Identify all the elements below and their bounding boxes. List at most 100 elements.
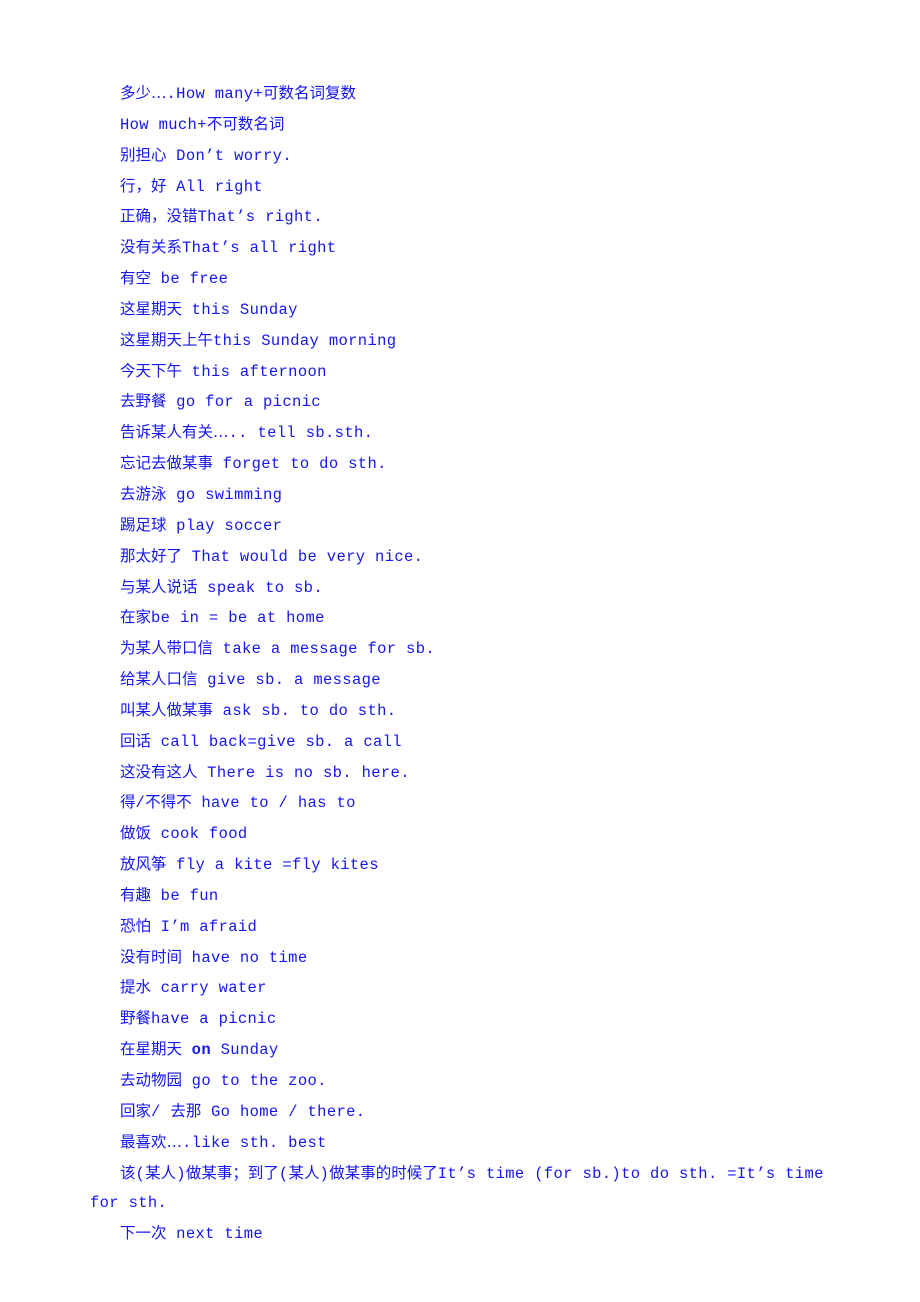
latin-text: /: [151, 1102, 171, 1121]
latin-text: Don’t worry.: [166, 146, 292, 165]
phrase-line: 没有关系That’s all right: [90, 233, 850, 264]
latin-text: be in = be at home: [151, 609, 325, 628]
latin-text: have no time: [182, 948, 308, 967]
cjk-text: 行，好: [120, 176, 167, 195]
latin-text: .like sth. best: [182, 1133, 327, 1152]
phrase-line: 与某人说话 speak to sb.: [90, 573, 850, 604]
phrase-line: 别担心 Don’t worry.: [90, 141, 850, 172]
phrase-line: 下一次 next time: [90, 1219, 850, 1250]
cjk-text: 为某人带口信: [120, 639, 214, 658]
cjk-text: 告诉某人有关…: [120, 423, 229, 442]
latin-text: ask sb. to do sth.: [213, 701, 397, 720]
latin-text: call back=give sb. a call: [151, 732, 402, 751]
phrase-line: 最喜欢….like sth. best: [90, 1128, 850, 1159]
phrase-line: 在家be in = be at home: [90, 603, 850, 634]
latin-text: (: [135, 1164, 146, 1183]
phrase-line: 给某人口信 give sb. a message: [90, 665, 850, 696]
phrase-line: 有空 be free: [90, 264, 850, 295]
document-page: 多少….How many+可数名词复数 How much+不可数名词 别担心 Don…: [0, 0, 920, 1302]
cjk-text: 该: [120, 1163, 136, 1182]
phrase-line: 放风筝 fly a kite =fly kites: [90, 850, 850, 881]
latin-text: fly a kite =fly kites: [166, 856, 379, 875]
cjk-text: 今天下午: [120, 361, 183, 380]
phrase-line: 有趣 be fun: [90, 881, 850, 912]
phrase-line: 那太好了 That would be very nice.: [90, 542, 850, 573]
phrase-line: 提水 carry water: [90, 973, 850, 1004]
phrase-line: 今天下午 this afternoon: [90, 357, 850, 388]
phrase-line: 做饭 cook food: [90, 819, 850, 850]
cjk-text: 放风筝: [120, 855, 167, 874]
latin-text: give sb. a message: [197, 671, 381, 690]
latin-text: next time: [166, 1225, 264, 1244]
latin-text: .How many+: [166, 85, 264, 103]
cjk-text: 做某事的时候了: [329, 1163, 438, 1182]
phrase-line: How much+不可数名词: [90, 110, 850, 141]
cjk-text: 给某人口信: [120, 670, 198, 689]
phrase-line: 去游泳 go swimming: [90, 480, 850, 511]
latin-text: this afternoon: [182, 362, 327, 381]
latin-text: I’m afraid: [151, 917, 258, 936]
cjk-text: 回家: [120, 1101, 152, 1120]
latin-text: go for a picnic: [166, 393, 321, 412]
latin-text: That would be very nice.: [182, 547, 424, 566]
latin-text: ): [319, 1164, 330, 1183]
latin-text: on: [191, 1041, 211, 1060]
latin-text: go swimming: [166, 485, 283, 504]
cjk-text: 去动物园: [120, 1071, 183, 1089]
cjk-text: 这没有这人: [120, 762, 198, 781]
cjk-text: 有空: [120, 269, 152, 288]
latin-text: this Sunday morning: [213, 331, 397, 350]
cjk-text: 有趣: [120, 885, 152, 904]
cjk-text: 去游泳: [120, 484, 167, 503]
cjk-text: 某人: [288, 1163, 320, 1182]
latin-text: (: [278, 1164, 289, 1183]
phrase-line: 行，好 All right: [90, 172, 850, 203]
latin-text: cook food: [151, 825, 248, 844]
cjk-text: 不可数名词: [206, 114, 285, 133]
latin-text: [182, 1041, 192, 1059]
latin-text: All right: [166, 177, 264, 196]
cjk-text: 去那: [170, 1101, 202, 1120]
cjk-text: 踢足球: [120, 515, 167, 534]
latin-text: be fun: [151, 886, 219, 905]
latin-text: /: [135, 794, 146, 813]
cjk-text: 提水: [120, 978, 152, 997]
latin-text: go to the zoo.: [182, 1072, 327, 1090]
latin-text: There is no sb. here.: [197, 763, 410, 782]
cjk-text: 与某人说话: [120, 577, 198, 596]
phrase-line: 得/不得不 have to / has to: [90, 788, 850, 819]
cjk-text: 可数名词复数: [263, 84, 357, 102]
latin-text: Sunday: [210, 1041, 279, 1060]
latin-text: That’s all right: [182, 239, 337, 258]
cjk-text: 得: [120, 793, 136, 812]
latin-text: ): [176, 1164, 186, 1183]
cjk-text: 忘记去做某事: [120, 454, 214, 473]
phrase-line: 这没有这人 There is no sb. here.: [90, 758, 850, 789]
latin-text: take a message for sb.: [213, 640, 436, 659]
cjk-text: 某人: [145, 1163, 177, 1182]
cjk-text: 叫某人做某事: [120, 700, 214, 719]
latin-text: That’s right.: [197, 208, 323, 227]
latin-text: play soccer: [166, 516, 283, 535]
cjk-text: 没有关系: [120, 238, 183, 257]
cjk-text: 不得不: [145, 793, 192, 812]
cjk-text: 这星期天上午: [120, 330, 214, 349]
latin-text: Go home / there.: [201, 1102, 366, 1121]
phrase-line: 正确，没错That’s right.: [90, 202, 850, 233]
cjk-text: 最喜欢…: [120, 1132, 183, 1151]
latin-text: have to / has to: [191, 794, 356, 813]
cjk-text: 去野餐: [120, 392, 167, 411]
cjk-text: 别担心: [120, 145, 167, 164]
phrase-line: 回家/ 去那 Go home / there.: [90, 1097, 850, 1128]
phrase-line: 该(某人)做某事；到了(某人)做某事的时候了It’s time (for sb.…: [90, 1159, 850, 1220]
latin-text: How much+: [120, 115, 207, 134]
latin-text: carry water: [151, 979, 267, 998]
phrase-line: 叫某人做某事 ask sb. to do sth.: [90, 696, 850, 727]
cjk-text: 这星期天: [120, 299, 183, 318]
phrase-line: 野餐have a picnic: [90, 1004, 850, 1035]
cjk-text: 那太好了: [120, 546, 183, 565]
cjk-text: 没有时间: [120, 947, 183, 966]
phrase-line: 告诉某人有关….. tell sb.sth.: [90, 418, 850, 449]
phrase-line: 为某人带口信 take a message for sb.: [90, 634, 850, 665]
latin-text: have a picnic: [151, 1010, 277, 1029]
